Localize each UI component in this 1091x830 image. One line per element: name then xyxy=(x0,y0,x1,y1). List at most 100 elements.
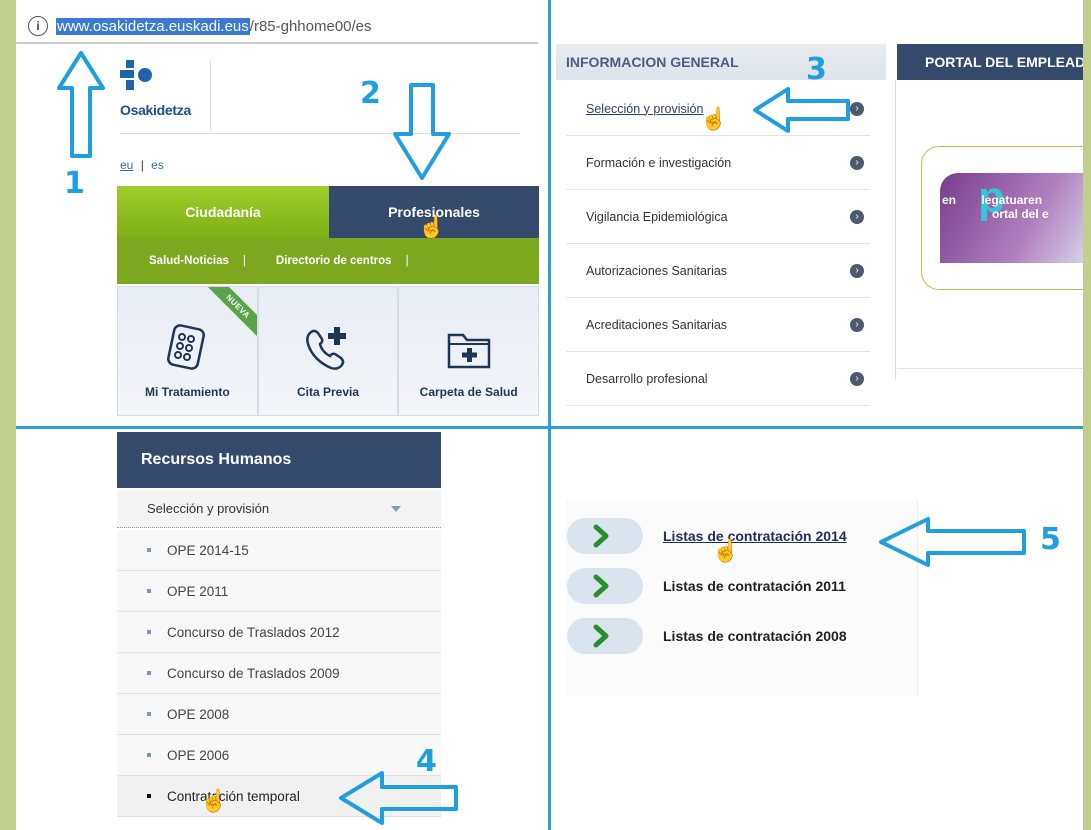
info-item-label: Formación e investigación xyxy=(586,155,732,170)
info-item-label: Acreditaciones Sanitarias xyxy=(586,317,728,332)
quadrant-divider-vertical xyxy=(548,0,551,830)
nav-salud-noticias[interactable]: Salud-Noticias xyxy=(117,255,229,267)
chevron-right-icon xyxy=(567,568,643,604)
chevron-right-icon xyxy=(567,518,643,554)
lista-2011-row[interactable]: Listas de contratación 2011 xyxy=(567,568,846,604)
tile-mi-tratamiento[interactable]: NUEVA Mi Tratamiento xyxy=(117,286,258,416)
arrow-left-annotation xyxy=(879,517,1026,567)
lang-separator: | xyxy=(140,158,144,172)
hand-cursor-icon: ☝ xyxy=(700,106,728,131)
chevron-right-icon: › xyxy=(850,209,864,224)
info-icon[interactable]: i xyxy=(28,16,48,36)
rrhh-item-label: OPE 2011 xyxy=(167,583,229,599)
left-frame-border xyxy=(0,0,16,830)
url-path: /r85-ghhome00/es xyxy=(249,17,372,35)
phone-plus-icon xyxy=(306,327,346,370)
chevron-right-icon: › xyxy=(850,155,864,170)
logo-text: Osakidetza xyxy=(120,102,191,118)
rrhh-item-traslados-2012[interactable]: Concurso de Traslados 2012 xyxy=(117,612,441,653)
lista-2014-link[interactable]: Listas de contratación 2014 xyxy=(663,528,847,544)
chevron-right-icon: › xyxy=(850,371,864,386)
health-folder-icon xyxy=(447,333,490,369)
rrhh-item-label: OPE 2014-15 xyxy=(167,542,249,558)
tile-label: Mi Tratamiento xyxy=(144,385,230,399)
rrhh-item-label: Concurso de Traslados 2009 xyxy=(167,665,340,681)
arrow-up-annotation xyxy=(57,51,105,158)
dropdown-label: Selección y provisión xyxy=(147,501,270,516)
pills-icon xyxy=(167,324,206,370)
bullet-icon xyxy=(147,630,151,634)
info-item-label: Selección y provisión xyxy=(586,101,704,116)
hand-cursor-icon: ☝ xyxy=(200,788,228,813)
step-5-label: 5 xyxy=(1040,522,1061,557)
right-frame-border xyxy=(1083,0,1091,830)
rrhh-item-ope-2011[interactable]: OPE 2011 xyxy=(117,571,441,612)
service-tiles: NUEVA Mi Tratamiento Cita Previa Carpeta… xyxy=(117,286,540,416)
step-3-label: 3 xyxy=(806,52,827,87)
portal-bottom-rule xyxy=(897,368,1083,369)
info-item-desarrollo[interactable]: Desarrollo profesional › xyxy=(566,352,870,406)
tile-carpeta-salud[interactable]: Carpeta de Salud xyxy=(398,286,540,416)
lista-2011-link[interactable]: Listas de contratación 2011 xyxy=(663,578,846,594)
info-general-header: INFORMACION GENERAL xyxy=(556,44,886,80)
portal-banner-text-3: ortal del e xyxy=(992,207,1049,221)
info-item-label: Vigilancia Epidemiológica xyxy=(586,209,728,224)
step-4-label: 4 xyxy=(416,744,437,779)
arrow-left-annotation xyxy=(339,771,458,825)
rrhh-item-label: Contratación temporal xyxy=(167,788,300,804)
rrhh-item-label: Concurso de Traslados 2012 xyxy=(167,624,340,640)
arrow-down-annotation xyxy=(393,83,451,180)
lang-eu-link[interactable]: eu xyxy=(120,158,133,172)
hand-cursor-icon: ☝ xyxy=(418,214,446,239)
lang-es-link[interactable]: es xyxy=(151,158,164,172)
bullet-icon xyxy=(147,589,151,593)
info-item-vigilancia[interactable]: Vigilancia Epidemiológica › xyxy=(566,190,870,244)
language-switcher: eu | es xyxy=(120,158,164,172)
step-2-label: 2 xyxy=(360,76,381,111)
portal-empleado-header: PORTAL DEL EMPLEADO xyxy=(897,44,1083,80)
info-item-autorizaciones[interactable]: Autorizaciones Sanitarias › xyxy=(566,244,870,298)
url-host: www.osakidetza.euskadi.eus xyxy=(56,17,250,35)
chevron-right-icon: › xyxy=(850,317,864,332)
portal-empleado-banner[interactable]: p en legatuaren ortal del e xyxy=(921,146,1083,290)
rrhh-item-label: OPE 2006 xyxy=(167,747,230,763)
rrhh-item-traslados-2009[interactable]: Concurso de Traslados 2009 xyxy=(117,653,441,694)
address-bar[interactable]: i www.osakidetza.euskadi.eus/r85-ghhome0… xyxy=(16,10,538,44)
chevron-right-icon: › xyxy=(850,263,864,278)
bullet-icon xyxy=(147,548,151,552)
tab-ciudadania[interactable]: Ciudadanía xyxy=(117,186,329,238)
secondary-nav: Salud-Noticias | Directorio de centros | xyxy=(117,238,539,284)
info-item-acreditaciones[interactable]: Acreditaciones Sanitarias › xyxy=(566,298,870,352)
nav-directorio-centros[interactable]: Directorio de centros xyxy=(246,255,392,267)
chevron-right-icon xyxy=(567,618,643,654)
lista-2014-row[interactable]: Listas de contratación 2014 xyxy=(567,518,847,554)
portal-banner-text-2: legatuaren xyxy=(981,193,1043,207)
lista-2008-row[interactable]: Listas de contratación 2008 xyxy=(567,618,847,654)
osakidetza-logo[interactable]: Osakidetza xyxy=(120,60,191,118)
nav-separator: | xyxy=(242,255,246,267)
seleccion-provision-dropdown[interactable]: Selección y provisión xyxy=(117,490,441,528)
tile-label: Carpeta de Salud xyxy=(419,385,518,399)
tile-cita-previa[interactable]: Cita Previa xyxy=(257,286,399,416)
caret-down-icon xyxy=(391,505,401,512)
lista-2008-link[interactable]: Listas de contratación 2008 xyxy=(663,628,847,644)
bullet-icon xyxy=(147,671,151,675)
step-1-label: 1 xyxy=(64,166,85,201)
rrhh-item-ope-2008[interactable]: OPE 2008 xyxy=(117,694,441,735)
portal-banner-text-1: en xyxy=(942,193,957,207)
bullet-icon xyxy=(147,712,151,716)
bullet-icon xyxy=(147,753,151,757)
chevron-right-icon: › xyxy=(850,101,864,116)
portal-banner-text: en legatuaren ortal del e xyxy=(942,193,1049,221)
arrow-left-annotation xyxy=(753,87,850,133)
nav-separator: | xyxy=(405,255,409,267)
info-item-formacion[interactable]: Formación e investigación › xyxy=(566,136,870,190)
recursos-humanos-header: Recursos Humanos xyxy=(117,432,441,488)
portal-divider xyxy=(895,80,896,380)
rrhh-item-ope-2014-15[interactable]: OPE 2014-15 xyxy=(117,530,441,571)
logo-mark-icon xyxy=(120,60,154,98)
logo-divider xyxy=(210,60,211,130)
header-rule xyxy=(120,133,520,134)
info-item-label: Desarrollo profesional xyxy=(586,371,708,386)
rrhh-item-label: OPE 2008 xyxy=(167,706,230,722)
